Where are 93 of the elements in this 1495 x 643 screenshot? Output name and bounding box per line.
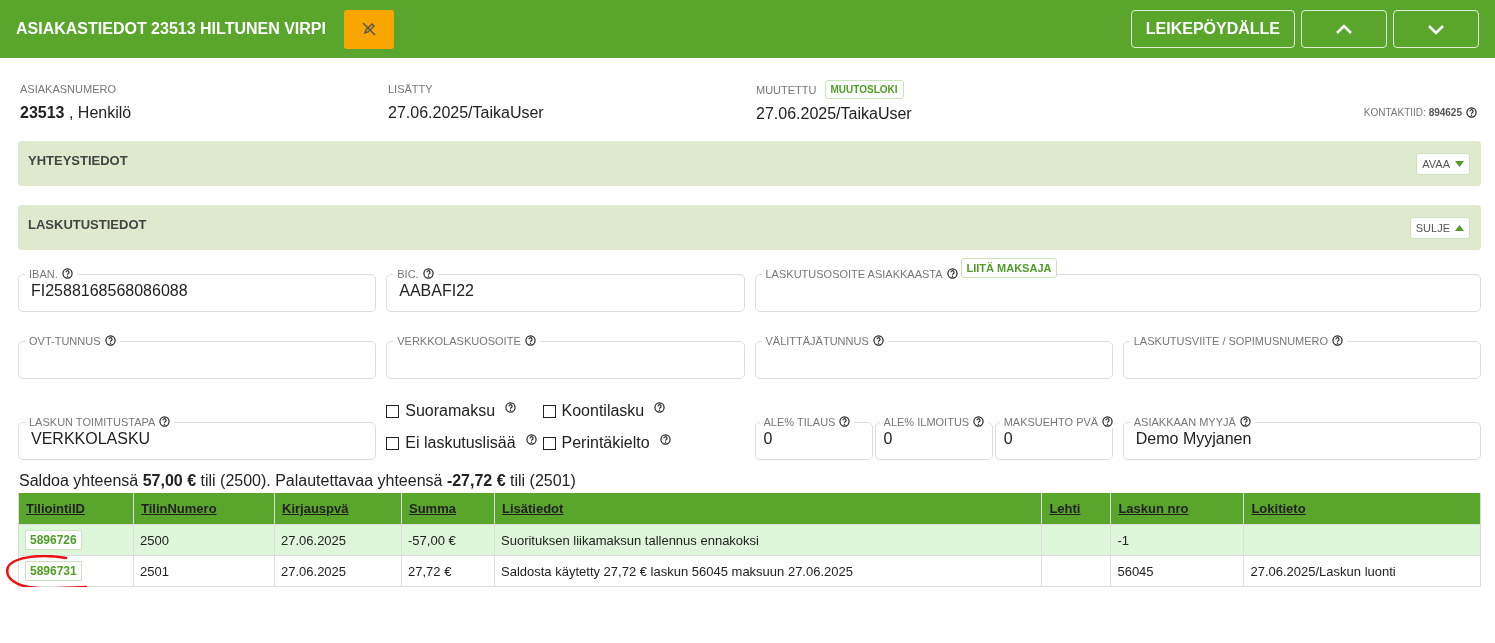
input-field[interactable]: VERKKOLASKUOSOITE [386,335,745,379]
table-row[interactable]: 5896726 2500 27.06.2025 -57,00 € Suorituksen liikamaksun tallennus ennakoksi -1 [18,524,1481,556]
field-value[interactable]: FI2588168568086088 [31,280,364,300]
help-icon[interactable] [505,402,517,413]
pencil-crossed-icon [361,21,377,37]
meta-label: ASIAKASNUMERO [20,83,116,95]
input-field[interactable]: LASKUTUSVIITE / SOPIMUSNUMERO [1122,335,1481,379]
field-label: VERKKOLASKUOSOITE [397,335,521,347]
input-field[interactable]: LASKUN TOIMITUSTAPA VERKKOLASKU [18,416,377,460]
help-icon[interactable] [659,434,671,445]
checkbox[interactable] [542,436,556,450]
change-log-button[interactable]: MUUTOSLOKI [824,80,904,99]
help-icon[interactable] [525,434,537,445]
field-label: BIC. [397,268,419,280]
table-cell: Suorituksen liikamaksun tallennus ennakoksi [501,532,759,548]
help-icon[interactable] [872,335,884,346]
input-field[interactable]: ALE% TILAUS 0 [754,416,873,460]
help-icon[interactable] [61,268,73,279]
input-field[interactable]: IBAN. FI2588168568086088 [18,268,377,312]
table-cell: 27.06.2025 [281,532,347,548]
table-cell: 2501 [140,563,169,579]
help-icon[interactable] [1466,107,1477,118]
section-title: LASKUTUSTIEDOT [28,217,147,232]
column-header[interactable]: Lokitieto [1251,501,1306,516]
meta-value: 27.06.2025/TaikaUser [388,104,545,122]
help-icon[interactable] [159,416,171,427]
input-field[interactable]: MAKSUEHTO PVÄ 0 [994,416,1113,460]
table-cell: 27.06.2025/Laskun luonti [1250,563,1396,579]
table-cell: -1 [1117,532,1129,548]
field-label: VÄLITTÄJÄTUNNUS [765,335,869,347]
checkbox[interactable] [542,404,556,418]
checkbox-label: Ei laskutuslisää [405,434,516,452]
meta-label: MUUTETTU [756,83,817,96]
checkbox-label: Perintäkielto [561,434,650,452]
field-label: LASKUTUSOSOITE ASIAKKAASTA [765,268,943,280]
help-icon[interactable] [973,416,985,427]
input-field[interactable]: ASIAKKAAN MYYJÄ Demo Myyjanen [1122,416,1481,460]
field-value[interactable]: AABAFI22 [399,280,732,300]
section-title: YHTEYSTIEDOT [28,153,128,168]
input-field[interactable]: OVT-TUNNUS [18,335,377,379]
toggle-button[interactable]: SULJE [1409,216,1470,239]
checkbox[interactable] [386,436,400,450]
page-title: ASIAKASTIEDOT 23513 HILTUNEN VIRPI [16,20,326,38]
help-icon[interactable] [422,268,434,279]
next-button[interactable] [1393,10,1479,48]
field-label: ALE% TILAUS [763,416,836,428]
field-label: LASKUN TOIMITUSTAPA [29,416,156,428]
input-field[interactable]: VÄLITTÄJÄTUNNUS [754,335,1113,379]
meta-value: 27.06.2025/TaikaUser [756,105,913,123]
meta-value: 23513 , Henkilö [20,104,133,122]
help-icon[interactable] [946,268,958,279]
triangle-down-icon [1455,160,1464,167]
field-label: OVT-TUNNUS [29,335,101,347]
field-value[interactable]: VERKKOLASKU [31,428,364,448]
chevron-up-icon [1335,23,1353,35]
input-field[interactable]: ALE% ILMOITUS 0 [874,416,993,460]
toggle-button[interactable]: AVAA [1416,152,1470,175]
field-value[interactable]: 0 [1003,428,1104,448]
table-cell: -57,00 € [408,532,456,548]
help-icon[interactable] [1102,416,1114,427]
table-cell: 56045 [1117,563,1154,579]
field-label: MAKSUEHTO PVÄ [1003,416,1099,428]
field-value[interactable]: 0 [763,428,864,448]
checkbox-label: Suoramaksu [405,402,496,420]
help-icon[interactable] [104,335,116,346]
balance-summary: Saldoa yhteensä 57,00 € tili (2500). Palautettavaa yhteensä -27,72 € tili (2501) [19,472,577,490]
help-icon[interactable] [1332,335,1344,346]
input-field[interactable]: BIC. AABAFI22 [386,268,745,312]
column-header[interactable]: Lisätiedot [502,501,564,516]
section-header[interactable]: YHTEYSTIEDOT AVAA [18,141,1481,186]
previous-button[interactable] [1301,10,1387,48]
section-header[interactable]: LASKUTUSTIEDOT SULJE [18,205,1481,250]
checkbox-label: Koontilasku [561,402,645,420]
table-row[interactable]: 5896731 2501 27.06.2025 27,72 € Saldosta käytetty 27,72 € laskun 56045 maksuun 27.06.2025 56045 27.06.2025/Laskun luonti [18,555,1481,587]
table-cell: 2500 [140,532,169,548]
field-value[interactable]: Demo Myyjanen [1135,428,1468,448]
checkbox[interactable] [386,404,400,418]
field-value[interactable]: 0 [883,428,984,448]
table-cell: 27.06.2025 [281,563,347,579]
chevron-down-icon [1427,23,1445,35]
help-icon[interactable] [654,402,666,413]
help-icon[interactable] [524,335,536,346]
help-icon[interactable] [839,416,851,427]
triangle-up-icon [1455,224,1464,231]
field-label: LASKUTUSVIITE / SOPIMUSNUMERO [1133,335,1329,347]
meta-label: LISÄTTY [388,83,433,95]
contact-id: KONTAKTIID: 894625 [1363,107,1462,118]
field-label: IBAN. [29,268,58,280]
field-label: ALE% ILMOITUS [883,416,970,428]
help-icon[interactable] [1239,416,1251,427]
field-label: ASIAKKAAN MYYJÄ [1133,416,1236,428]
table-cell: Saldosta käytetty 27,72 € laskun 56045 maksuun 27.06.2025 [501,563,853,579]
table-cell: 27,72 € [408,563,452,579]
